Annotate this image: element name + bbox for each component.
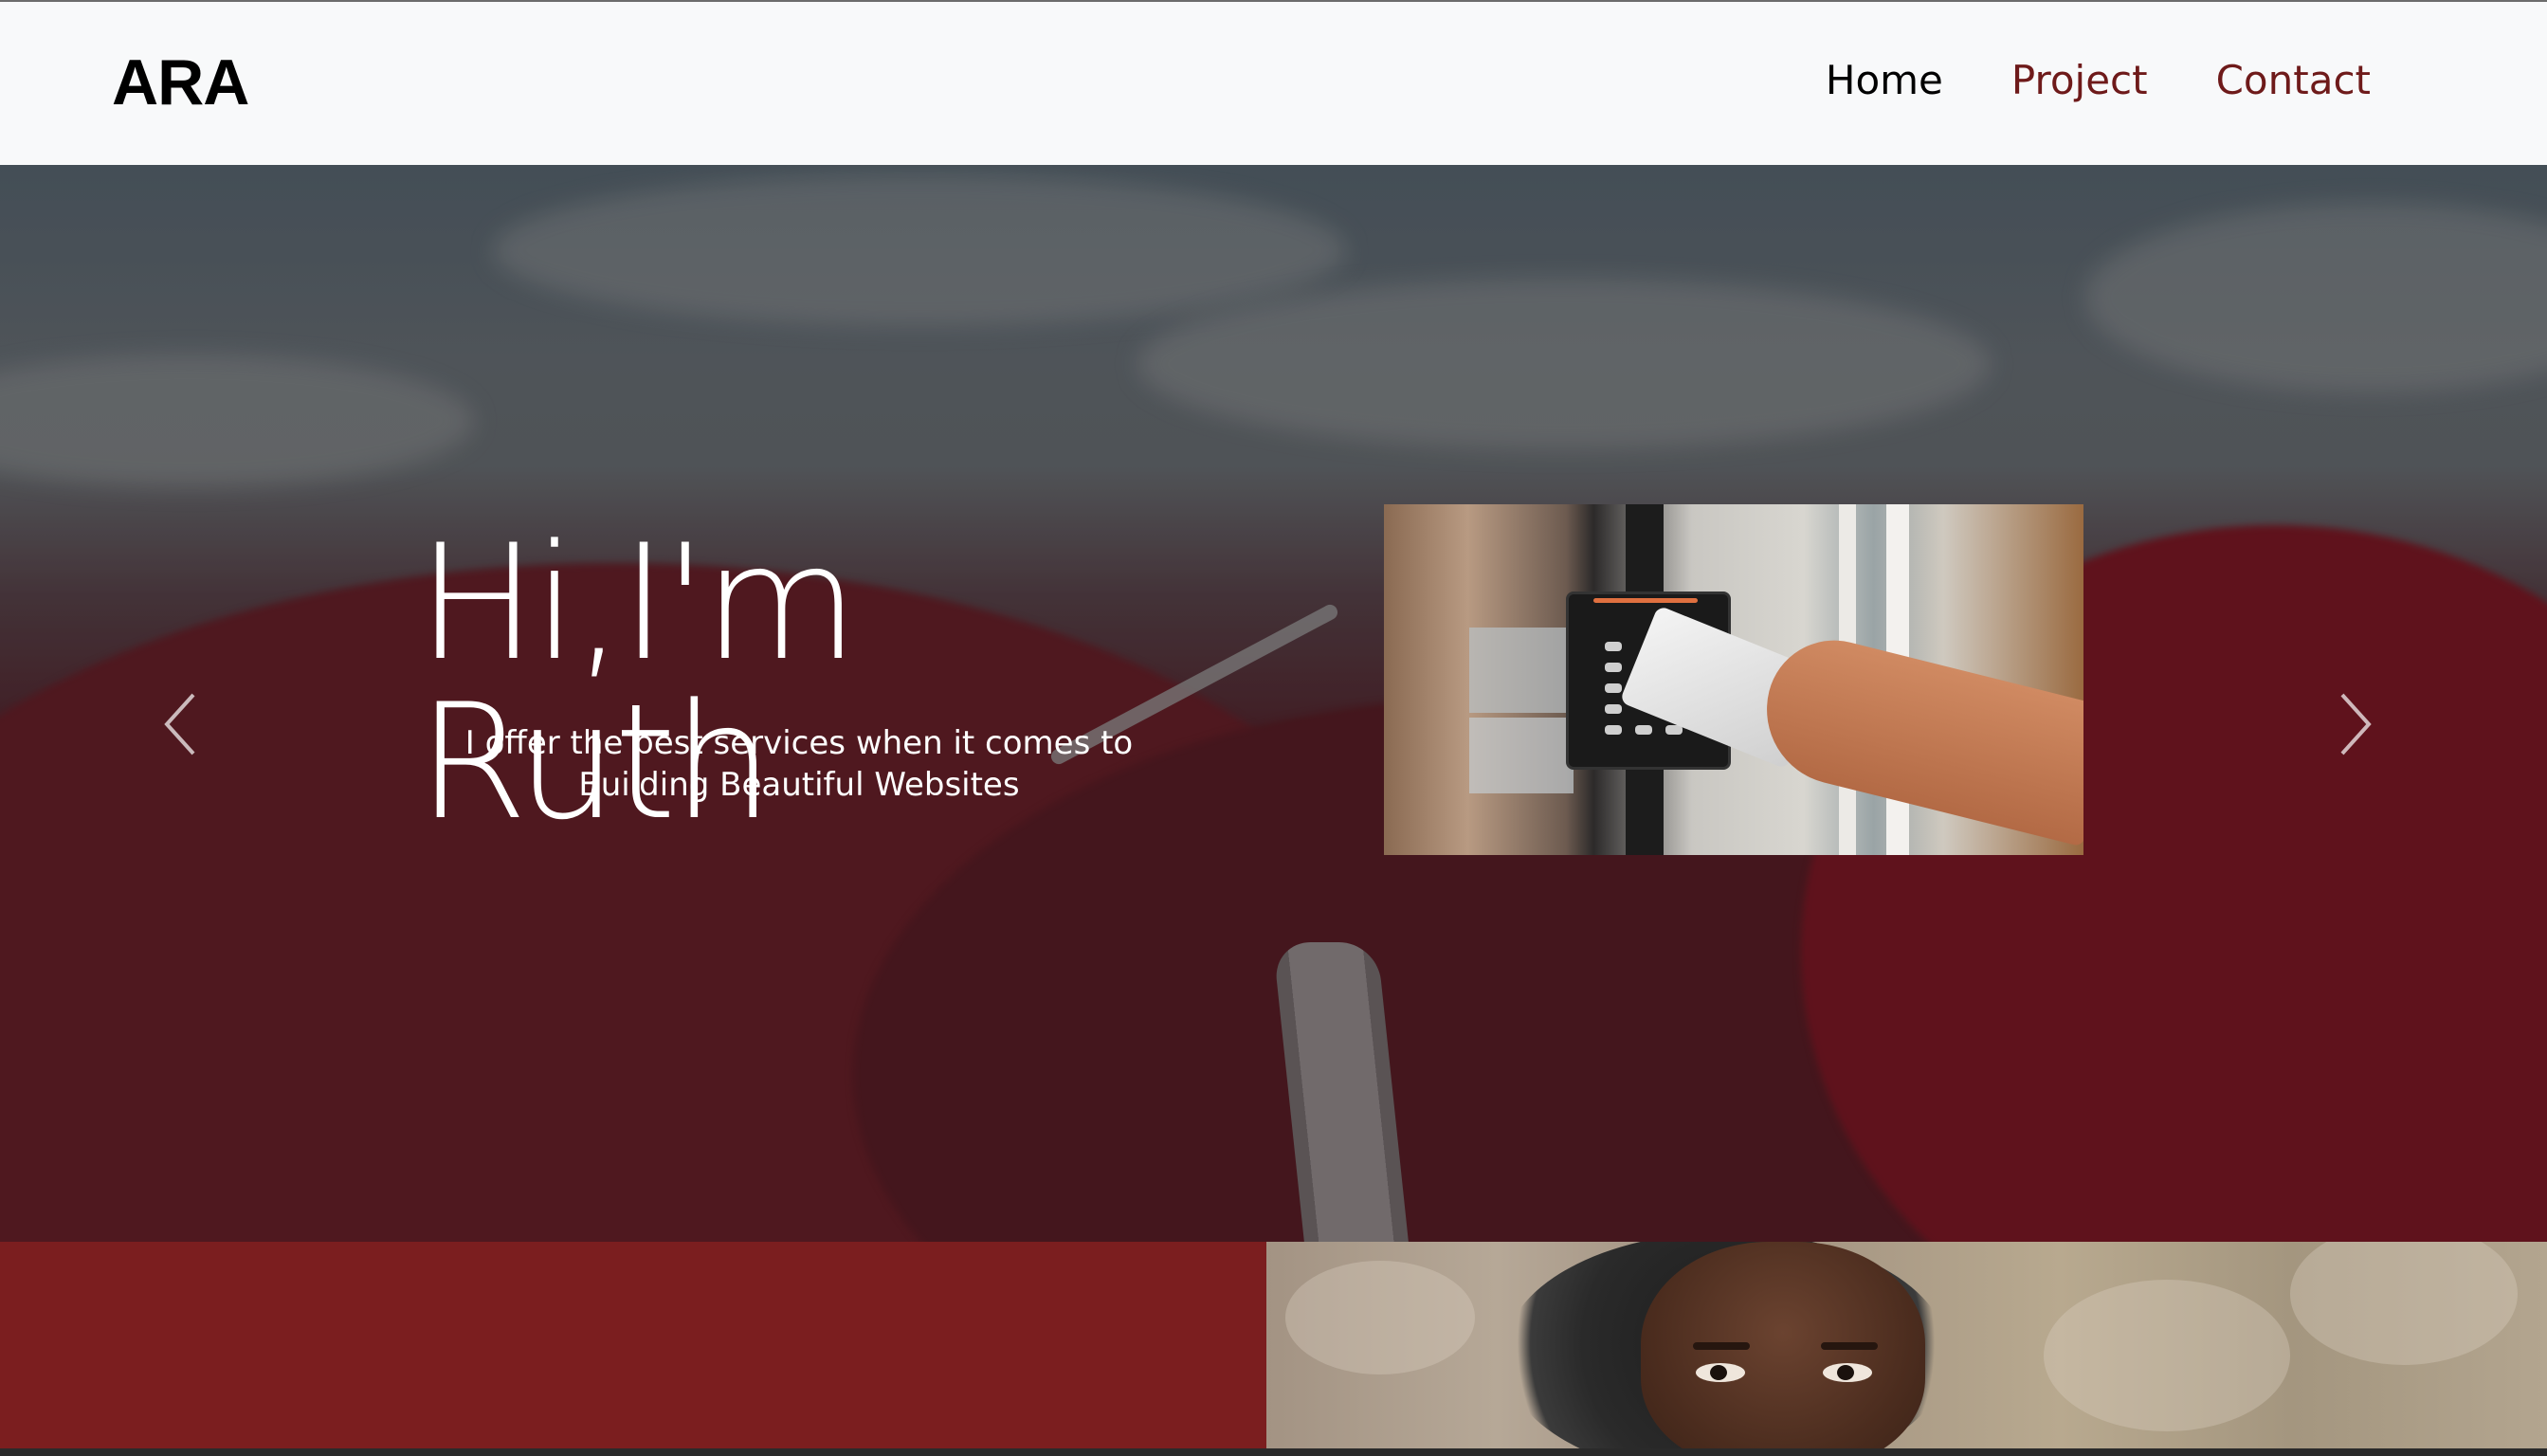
nav-home[interactable]: Home [1826,57,1943,103]
hero-overlay [0,165,2547,1242]
carousel-prev-button[interactable] [147,667,213,781]
eyebrow [1693,1342,1750,1350]
portrait-face [1641,1242,1925,1448]
carousel-next-button[interactable] [2322,667,2389,781]
keypad-key [1605,725,1622,735]
hero-subtitle-line1: I offer the best services when it comes … [464,724,1134,762]
navbar: ARA Home Project Contact [0,2,2547,165]
eye [1823,1363,1872,1382]
chevron-left-icon [164,693,195,755]
nav-contact[interactable]: Contact [2216,57,2371,103]
nav-project[interactable]: Project [2011,57,2148,103]
chevron-right-icon [2340,693,2372,755]
keypad-key [1605,683,1622,693]
glass-panel [1469,628,1574,713]
eyebrow [1821,1342,1878,1350]
hero-subtitle-line2: Building Beautiful Websites [578,766,1020,804]
keypad-key [1605,704,1622,714]
glass-panel [1469,718,1574,793]
keypad-key [1605,642,1622,651]
keypad-key [1605,663,1622,672]
hand [1751,626,2083,847]
rock-texture [1285,1261,1475,1374]
portrait-image [1266,1242,2547,1448]
rock-texture [2290,1242,2518,1365]
hero-subtitle: I offer the best services when it comes … [427,722,1172,806]
hero-carousel: Hi,I'm Ruth I offer the best services wh… [0,165,2547,1242]
reader-light [1593,598,1698,603]
about-panel [0,1242,1266,1448]
rock-texture [2044,1280,2290,1431]
eye [1696,1363,1745,1382]
keypad-key [1635,725,1652,735]
main-nav: Home Project Contact [1826,57,2371,103]
project-image [1384,504,2083,855]
footer-strip [0,1448,2547,1456]
brand-logo[interactable]: ARA [112,46,249,119]
